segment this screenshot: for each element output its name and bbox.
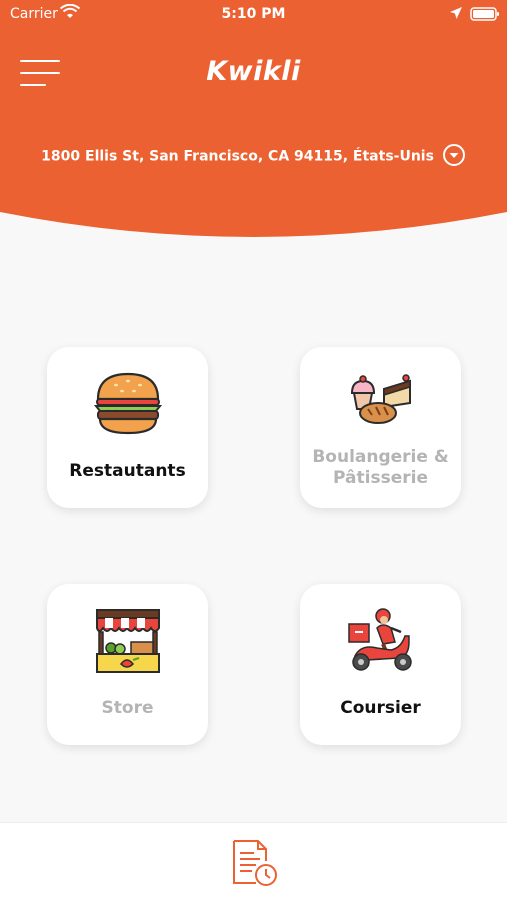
category-card-restaurants[interactable]: Restautants [47, 347, 208, 508]
market-stall-icon [47, 608, 208, 678]
category-label: Restautants [69, 461, 186, 481]
category-card-store[interactable]: Store [47, 584, 208, 745]
header: Carrier 5:10 PM Kwikli 1800 Ellis St, Sa… [0, 0, 507, 240]
chevron-down-icon[interactable] [442, 143, 466, 167]
category-card-bakery[interactable]: Boulangerie & Pâtisserie [300, 347, 461, 508]
battery-icon [470, 7, 499, 21]
address-selector[interactable]: 1800 Ellis St, San Francisco, CA 94115, … [0, 143, 507, 167]
bottom-bar [0, 822, 507, 901]
clock: 5:10 PM [221, 6, 286, 22]
brand-logo: Kwikli [206, 56, 301, 87]
category-label-line1: Boulangerie & [312, 447, 449, 467]
address-text: 1800 Ellis St, San Francisco, CA 94115, … [41, 148, 434, 165]
category-label: Coursier [340, 698, 421, 718]
category-label: Boulangerie & Pâtisserie [300, 447, 461, 489]
header-background [0, 0, 507, 237]
status-bar: Carrier 5:10 PM [0, 0, 507, 30]
category-card-courier[interactable]: Coursier [300, 584, 461, 745]
delivery-scooter-icon [300, 606, 461, 678]
location-arrow-icon [450, 7, 462, 19]
order-history-icon[interactable] [228, 837, 280, 889]
category-label-line2: Pâtisserie [333, 468, 428, 488]
category-label: Store [101, 698, 154, 718]
burger-icon [47, 371, 208, 441]
bakery-icon [300, 373, 461, 429]
